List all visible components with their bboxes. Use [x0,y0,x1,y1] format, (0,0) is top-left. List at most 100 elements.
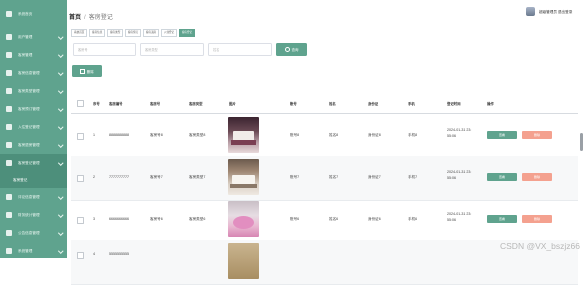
sidebar-item-checkout[interactable]: 客房退房管理 [0,136,67,154]
delete-button[interactable]: 删除 [522,215,552,223]
room-type-input[interactable]: 客房类型 [140,43,204,56]
cell-index: 2 [93,175,95,179]
gear-icon [6,248,12,254]
sidebar-item-room-info[interactable]: 客房信息管理 [0,64,67,82]
tab-checkout[interactable]: 客房退房 [142,29,160,37]
cell-time: 2024-01-31 23: 55:06 [447,212,471,223]
search-button[interactable]: 查询 [276,43,307,56]
col-phone: 手机 [408,102,415,106]
trash-icon [80,68,85,74]
table-header: 序号 客房编号 客房号 客房类型 图片 账号 姓名 身份证 手机 登记时间 操作 [71,94,578,114]
scrollbar[interactable] [580,133,583,151]
col-index: 序号 [93,102,100,106]
sidebar-item-system[interactable]: 系统管理 [0,242,67,260]
name-input[interactable]: 姓名 [208,43,272,56]
sidebar-item-users[interactable]: 用户管理 [0,28,67,46]
user-icon [6,34,12,40]
cell-phone: 手机6 [408,217,418,221]
cell-code: 6666666666 [109,217,129,221]
sidebar-item-notice[interactable]: 公告信息管理 [0,224,67,242]
col-account: 账号 [290,102,297,106]
sidebar-item-checkin[interactable]: 入住登记管理 [0,118,67,136]
tab-bar: 系统首页 客房信息 客房类型 客房预订 客房退房 入住登记 客房登记 [71,29,196,37]
delete-button[interactable]: 删除 [522,173,552,181]
sidebar-item-label: 系统管理 [18,248,33,253]
sidebar-item-label: 财务统计管理 [18,212,40,217]
sidebar-item-label: 客房类型管理 [18,88,40,93]
delete-button-label: 删除 [533,175,540,179]
sidebar-item-label: 入住登记管理 [18,124,40,129]
chevron-down-icon [57,212,63,218]
home-icon [6,11,12,17]
sidebar-item-registration[interactable]: 客房登记管理 [0,154,67,172]
delete-button-label: 删除 [86,69,94,74]
room-number-input[interactable]: 客房号 [73,43,136,56]
cell-name: 姓名7 [329,175,339,179]
chevron-down-icon [57,52,63,58]
col-room: 客房号 [150,102,161,106]
chevron-down-icon [57,248,63,254]
cell-time-clock: 55:06 [447,175,456,180]
cell-code: 8888888888 [109,133,129,137]
cell-type: 客房类型7 [189,175,206,179]
cell-idcard: 身份证8 [368,133,381,137]
col-type: 客房类型 [189,102,203,106]
tab-registration[interactable]: 客房登记 [178,29,196,37]
row-checkbox[interactable] [77,217,84,224]
chevron-down-icon [57,106,63,112]
delete-button-label: 删除 [533,217,540,221]
cell-time-date: 2024-01-31 23: [447,128,472,132]
user-menu[interactable]: 超级管理员 退出登录 [539,10,572,15]
calendar-icon [6,106,12,112]
sidebar-item-room-type[interactable]: 客房类型管理 [0,82,67,100]
select-all-checkbox[interactable] [77,100,84,107]
delete-button[interactable]: 删除 [522,131,552,139]
sidebar-item-finance[interactable]: 财务统计管理 [0,206,67,224]
cell-time: 2024-01-31 23: 55:06 [447,128,471,139]
cell-time-clock: 55:06 [447,133,456,138]
cell-name: 姓名6 [329,217,339,221]
sidebar-item-label: 客房预订管理 [18,106,40,111]
avatar[interactable] [526,7,535,16]
col-idcard: 身份证 [368,102,379,106]
sidebar-item-home[interactable]: 系统首页 [0,0,67,28]
chevron-down-icon [57,124,63,130]
sidebar-item-rooms[interactable]: 客房管理 [0,46,67,64]
view-button[interactable]: 查看 [487,131,517,139]
breadcrumb-separator: / [84,15,86,21]
cell-phone: 手机8 [408,133,418,137]
view-button[interactable]: 查看 [487,215,517,223]
sidebar-item-label: 评论信息管理 [18,194,40,199]
row-checkbox[interactable] [77,175,84,182]
tab-room-type[interactable]: 客房类型 [106,29,124,37]
tab-home[interactable]: 系统首页 [71,29,88,37]
sidebar-item-label: 客房登记管理 [18,160,40,165]
room-image [228,243,259,279]
sidebar-item-booking[interactable]: 客房预订管理 [0,100,67,118]
table-row: 1 8888888888 客房号8 客房类型8 账号8 姓名8 身份证8 手机8… [71,114,578,159]
chevron-down-icon [57,142,63,148]
tab-room-info[interactable]: 客房信息 [88,29,106,37]
edit-icon [6,160,12,166]
cell-time: 2024-01-31 23: 55:06 [447,170,471,181]
grid-icon [6,70,12,76]
sidebar-item-label: 公告信息管理 [18,230,40,235]
row-checkbox[interactable] [77,133,84,140]
room-image [228,201,259,237]
tab-booking[interactable]: 客房预订 [124,29,142,37]
cell-idcard: 身份证6 [368,217,381,221]
chevron-up-icon [57,160,63,166]
logout-icon [6,142,12,148]
cell-type: 客房类型6 [189,217,206,221]
cell-code: 5555555555 [109,252,129,256]
batch-delete-button[interactable]: 删除 [72,65,102,77]
cell-index: 3 [93,217,95,221]
tab-checkin[interactable]: 入住登记 [160,29,178,37]
sidebar-item-label: 客房管理 [18,52,33,57]
cell-index: 4 [93,252,95,256]
breadcrumb-home[interactable]: 首页 [69,15,81,21]
sidebar-item-comments[interactable]: 评论信息管理 [0,188,67,206]
sidebar-subitem-registration[interactable]: 客房登记 [0,172,67,188]
view-button[interactable]: 查看 [487,173,517,181]
cell-index: 1 [93,133,95,137]
